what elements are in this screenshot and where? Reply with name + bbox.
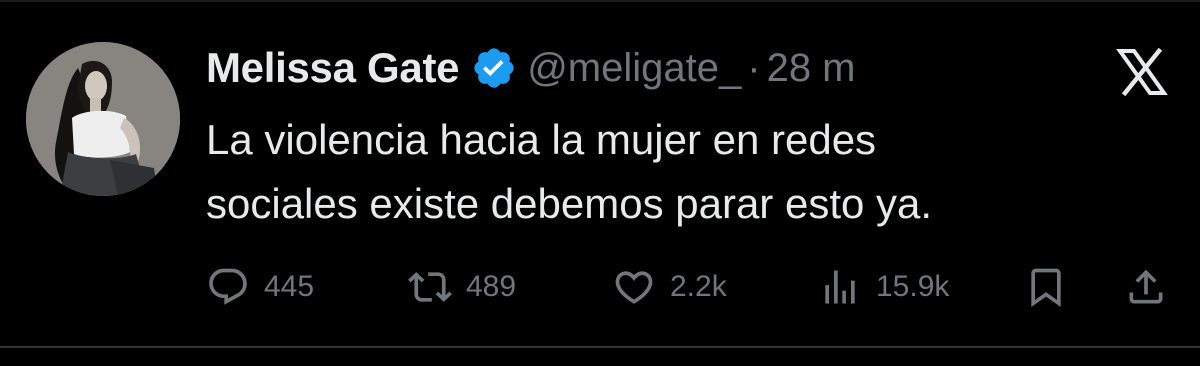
display-name[interactable]: Melissa Gate <box>206 44 460 92</box>
views-button[interactable]: 15.9k <box>818 262 949 312</box>
like-count: 2.2k <box>670 270 727 303</box>
reply-button[interactable]: 445 <box>206 262 314 312</box>
heart-icon <box>612 265 656 309</box>
share-button[interactable] <box>1124 262 1168 312</box>
retweet-icon <box>408 265 452 309</box>
reply-count: 445 <box>264 270 315 303</box>
separator-dot: · <box>747 45 761 90</box>
views-count: 15.9k <box>876 270 950 303</box>
timestamp[interactable]: 28 m <box>767 46 856 91</box>
handle[interactable]: @meligate_ <box>527 46 741 91</box>
tweet-text-line: La violencia hacia la mujer en redes <box>206 116 877 163</box>
like-button[interactable]: 2.2k <box>612 262 727 312</box>
retweet-button[interactable]: 489 <box>408 262 516 312</box>
tweet-card[interactable]: Melissa Gate @meligate_ · 28 m La violen… <box>0 0 1200 366</box>
top-divider <box>0 0 1200 2</box>
retweet-count: 489 <box>466 270 517 303</box>
avatar-photo <box>26 42 180 196</box>
reply-icon <box>206 265 250 309</box>
verified-badge-icon <box>471 45 517 91</box>
share-icon <box>1124 265 1168 309</box>
bookmark-icon <box>1024 265 1068 309</box>
avatar[interactable] <box>26 42 180 196</box>
bottom-divider <box>0 346 1200 348</box>
bookmark-button[interactable] <box>1024 262 1068 312</box>
views-icon <box>818 265 862 309</box>
tweet-header: Melissa Gate @meligate_ · 28 m <box>206 40 856 96</box>
tweet-text-line: sociales existe debemos parar esto ya. <box>206 180 933 227</box>
action-bar: 445 489 2.2k 15.9k <box>0 262 1200 312</box>
tweet-text: La violencia hacia la mujer en redes soc… <box>206 108 1166 236</box>
x-logo-icon[interactable] <box>1112 47 1172 97</box>
